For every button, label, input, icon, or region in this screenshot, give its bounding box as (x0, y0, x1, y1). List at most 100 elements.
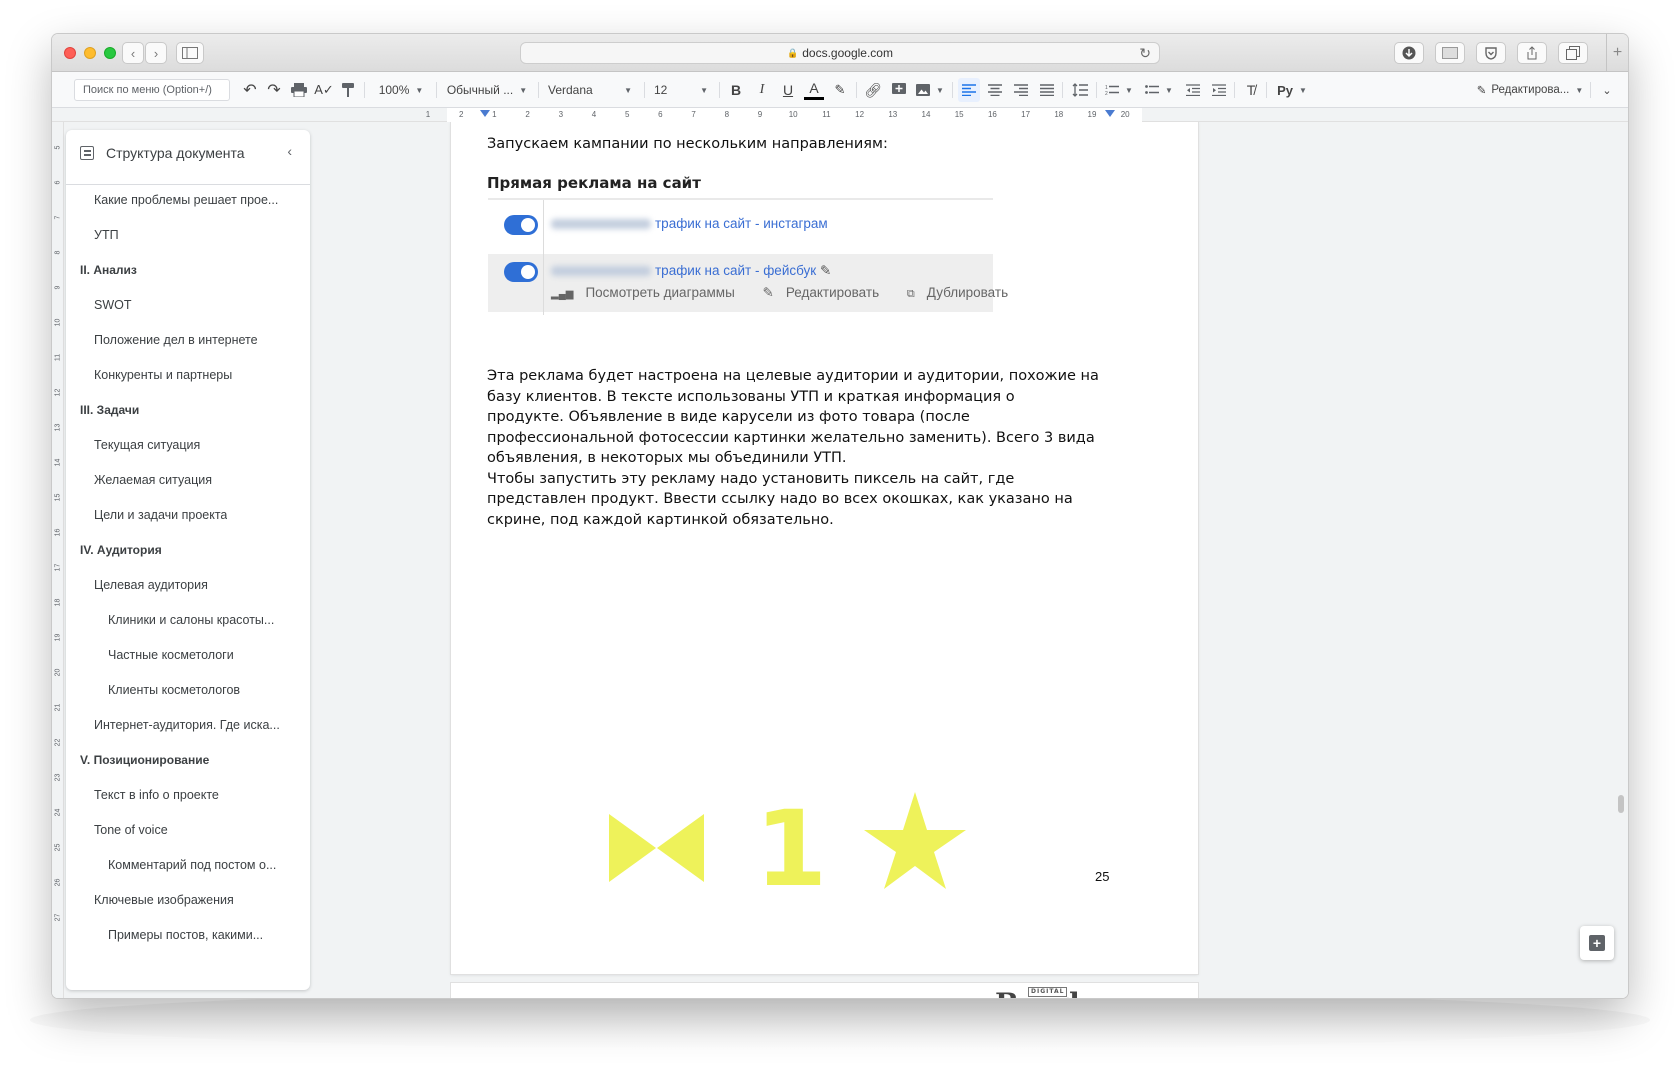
ruler-tick: 10 (788, 110, 798, 119)
outline-item[interactable]: Частные косметологи (66, 637, 310, 672)
outline-item[interactable]: SWOT (66, 287, 310, 322)
paragraph-style-select[interactable]: Обычный ... ▼ (442, 78, 532, 102)
align-left-icon[interactable] (958, 78, 980, 102)
bulleted-list-button[interactable]: ▼ (1142, 78, 1176, 102)
campaign-name: трафик на сайт - фейсбук ✎ (655, 263, 831, 279)
outline-item[interactable]: V. Позиционирование (66, 742, 310, 777)
share-button[interactable] (1517, 42, 1547, 64)
ruler-tick: 9 (757, 110, 763, 119)
new-tab-button[interactable]: + (1606, 34, 1628, 72)
address-bar[interactable]: 🔒 docs.google.com ↻ (520, 42, 1160, 64)
ruler-tick: 18 (1054, 110, 1064, 119)
outline-item[interactable]: Клиники и салоны красоты... (66, 602, 310, 637)
add-comment-floating-button[interactable]: + (1580, 926, 1614, 960)
outline-item[interactable]: Текущая ситуация (66, 427, 310, 462)
link-icon[interactable]: 🔗︎ (862, 78, 884, 102)
outline-item[interactable]: Tone of voice (66, 812, 310, 847)
forward-button[interactable]: › (145, 42, 167, 64)
zoom-select[interactable]: 100% ▼ (372, 78, 430, 102)
italic-button[interactable]: I (752, 78, 772, 102)
blurred-id (551, 219, 651, 229)
browser-window: ‹ › 🔒 docs.google.com ↻ + Поиск по меню … (52, 34, 1628, 998)
outline-item[interactable]: II. Анализ (66, 252, 310, 287)
download-icon (1402, 46, 1416, 60)
align-right-icon[interactable] (1010, 78, 1032, 102)
input-tools-button[interactable]: Ру ▼ (1272, 78, 1312, 102)
left-indent-marker[interactable] (480, 110, 490, 117)
reload-icon[interactable]: ↻ (1139, 45, 1151, 62)
align-justify-icon[interactable] (1036, 78, 1058, 102)
close-window-button[interactable] (64, 47, 76, 59)
decrease-indent-icon[interactable] (1182, 78, 1204, 102)
line-spacing-icon[interactable] (1068, 78, 1092, 102)
tabs-overview-button[interactable] (1558, 42, 1588, 64)
insert-image-button[interactable]: ▼ (914, 78, 946, 102)
ruler-tick: 1 (425, 110, 431, 119)
horizontal-ruler[interactable]: 1 2 1 2 3 4 5 6 7 8 9 10 11 12 13 14 15 16 17 18 19 20 (52, 108, 1628, 122)
outline-item[interactable]: Текст в info о проекте (66, 777, 310, 812)
outline-item[interactable]: Положение дел в интернете (66, 322, 310, 357)
underline-button[interactable]: U (778, 78, 798, 102)
section-heading[interactable]: Прямая реклама на сайт (487, 174, 701, 192)
outline-item-label: Целевая аудитория (94, 577, 208, 592)
vertical-ruler-tick: 23 (54, 773, 62, 782)
print-icon[interactable] (288, 78, 310, 102)
outline-item[interactable]: Клиенты косметологов (66, 672, 310, 707)
vertical-ruler-tick: 19 (54, 633, 62, 642)
outline-item[interactable]: Примеры постов, какими... (66, 917, 310, 952)
outline-item[interactable]: УТП (66, 217, 310, 252)
yellow-emblems-image[interactable]: 1 (609, 792, 979, 912)
back-button[interactable]: ‹ (122, 42, 144, 64)
editing-mode-button[interactable]: ✎ Редактирова... ▼ (1472, 78, 1588, 102)
menu-search-input[interactable]: Поиск по меню (Option+/) (74, 79, 230, 101)
outline-item[interactable]: Ключевые изображения (66, 882, 310, 917)
minimize-window-button[interactable] (84, 47, 96, 59)
logo-small-text: DIGITAL (1028, 987, 1068, 997)
clear-formatting-icon[interactable]: T̸ (1240, 78, 1262, 102)
pencil-icon: ✎ (762, 285, 774, 300)
undo-icon[interactable]: ↶ (240, 78, 260, 102)
vertical-ruler-tick: 17 (54, 563, 62, 572)
body-paragraph[interactable]: Эта реклама будет настроена на целевые а… (487, 366, 1127, 530)
outline-item[interactable]: Комментарий под постом о... (66, 847, 310, 882)
add-comment-icon[interactable] (888, 78, 910, 102)
outline-item[interactable]: Конкуренты и партнеры (66, 357, 310, 392)
bold-button[interactable]: B (726, 78, 746, 102)
vertical-ruler[interactable]: 5 6 7 8 9 10 11 12 13 14 15 16 17 18 19 20 21 22 23 24 25 26 2… (52, 122, 64, 998)
right-indent-marker[interactable] (1105, 110, 1115, 117)
embedded-screenshot[interactable]: трафик на сайт - инстаграм трафик на сай… (488, 195, 1008, 315)
pocket-button[interactable] (1476, 42, 1506, 64)
downloads-button[interactable] (1394, 42, 1424, 64)
outline-item[interactable]: Желаемая ситуация (66, 462, 310, 497)
next-page[interactable]: DIGITAL Bands (451, 983, 1198, 998)
duplicate-action: ⧉ Дублировать (907, 285, 1020, 300)
numbered-list-button[interactable]: 1 2 ▼ (1102, 78, 1136, 102)
outline-item[interactable]: Целевая аудитория (66, 567, 310, 602)
increase-indent-icon[interactable] (1208, 78, 1230, 102)
spellcheck-icon[interactable]: A✓ (314, 78, 334, 102)
sidebar-toggle-button[interactable] (176, 42, 204, 64)
document-page[interactable]: Запускаем кампании по нескольким направл… (451, 122, 1198, 974)
vertical-ruler-tick: 13 (54, 423, 62, 432)
close-outline-chevron-icon[interactable]: ‹ (287, 143, 292, 159)
font-select[interactable]: Verdana ▼ (542, 78, 638, 102)
font-size-select[interactable]: 12 ▼ (648, 78, 714, 102)
highlight-pen-icon[interactable]: ✎ (830, 78, 850, 102)
outline-item[interactable]: Цели и задачи проекта (66, 497, 310, 532)
extension-button[interactable] (1435, 42, 1465, 64)
align-center-icon[interactable] (984, 78, 1006, 102)
outline-item[interactable]: Интернет-аудитория. Где иска... (66, 707, 310, 742)
redo-icon[interactable]: ↷ (264, 78, 284, 102)
outline-item[interactable]: III. Задачи (66, 392, 310, 427)
input-tools-label: Ру (1277, 82, 1293, 98)
ruler-tick: 17 (1021, 110, 1031, 119)
outline-item-label: Tone of voice (94, 822, 168, 837)
paint-format-icon[interactable] (338, 78, 358, 102)
outline-item[interactable]: IV. Аудитория (66, 532, 310, 567)
scrollbar-thumb[interactable] (1618, 795, 1624, 813)
text-color-button[interactable]: A (804, 78, 824, 100)
intro-paragraph[interactable]: Запускаем кампании по нескольким направл… (487, 134, 888, 155)
zoom-window-button[interactable] (104, 47, 116, 59)
outline-item[interactable]: Какие проблемы решает прое... (66, 182, 310, 217)
hide-menus-chevron-icon[interactable]: ⌄ (1598, 78, 1616, 102)
